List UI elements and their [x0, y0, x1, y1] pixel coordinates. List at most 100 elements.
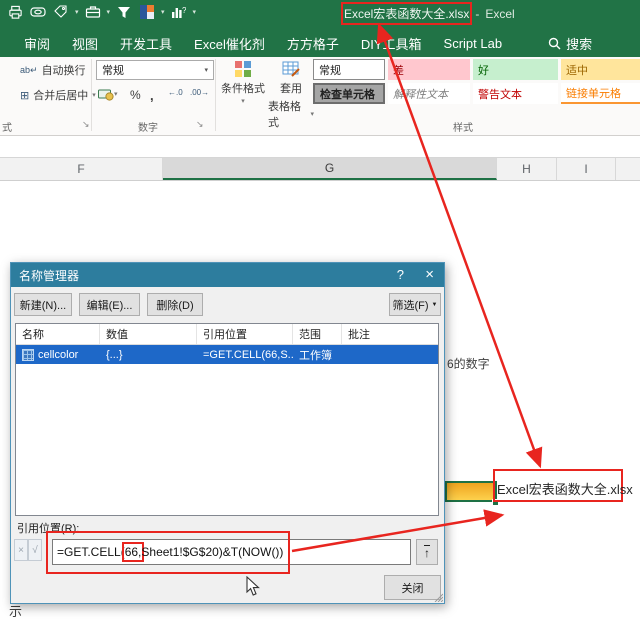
format-as-table-label-1: 套用 [280, 80, 302, 96]
percent-style-button[interactable]: % [130, 88, 141, 102]
quick-access-toolbar: ▾ ▾ ▾ ? ▾ [6, 3, 196, 21]
sheet-partial-text: 6的数字 [447, 355, 490, 372]
number-format-value: 常规 [102, 62, 124, 78]
style-bad[interactable]: 差 [388, 59, 470, 80]
ribbon: ab↵ 自动换行 ⊞ 合并后居中 ▾ 式 ↘ 常规 ▾ ▾ % , ←.0 .0… [0, 57, 640, 136]
cell-styles-gallery: 常规 差 好 适中 检查单元格 解释性文本 警告文本 链接单元格 [313, 59, 640, 104]
format-as-table-icon [282, 60, 300, 78]
format-as-table-label-2: 表格格式 [268, 98, 308, 130]
tab-ffgz[interactable]: 方方格子 [277, 29, 349, 58]
number-dialog-launcher-icon[interactable]: ↘ [196, 119, 204, 130]
chevron-down-icon: ▾ [204, 67, 208, 74]
decrease-decimal-icon: .00→ [190, 88, 209, 97]
column-header-f[interactable]: F [0, 158, 163, 180]
increase-decimal-button[interactable]: ←.0 [168, 88, 183, 97]
refers-to-label: 引用位置(R): [17, 520, 79, 536]
ribbon-tab-bar: 审阅 视图 开发工具 Excel催化剂 方方格子 DIY工具箱 Script L… [0, 30, 640, 57]
refers-to-input[interactable]: =GET.CELL(66,Sheet1!$G$20)&T(NOW()) [52, 539, 411, 565]
qat-customize-icon[interactable]: ▾ [193, 9, 197, 16]
comma-style-button[interactable]: , [150, 88, 154, 103]
chevron-down-icon[interactable]: ▾ [75, 9, 79, 16]
scope-cell: 工作簿 [293, 347, 342, 363]
collapse-dialog-button[interactable]: ↑ [416, 539, 438, 565]
decrease-decimal-button[interactable]: .00→ [190, 88, 209, 97]
dialog-title-bar[interactable]: 名称管理器 [11, 263, 444, 287]
svg-text:?: ? [182, 6, 186, 15]
tab-script-lab[interactable]: Script Lab [434, 31, 513, 56]
accounting-format-button[interactable]: ▾ [98, 88, 118, 101]
cell-overflow-text-box: Excel宏表函数大全.xlsx [493, 469, 623, 502]
style-neutral[interactable]: 适中 [561, 59, 640, 80]
column-header-i[interactable]: I [557, 158, 616, 180]
tab-excel-catalyst[interactable]: Excel催化剂 [184, 29, 275, 58]
dialog-title: 名称管理器 [19, 267, 79, 284]
tab-search[interactable]: 搜索 [538, 29, 602, 58]
color-blocks-icon[interactable] [138, 3, 156, 21]
style-explanatory-text[interactable]: 解释性文本 [388, 83, 470, 104]
new-name-button[interactable]: 新建(N)... [14, 293, 72, 316]
style-check-cell[interactable]: 检查单元格 [313, 83, 385, 104]
merge-center-button[interactable]: ⊞ 合并后居中 ▾ [20, 87, 96, 103]
tab-view[interactable]: 视图 [62, 29, 108, 58]
defined-name-icon [22, 349, 34, 361]
filter-button[interactable]: 筛选(F) ▼ [389, 293, 441, 316]
briefcase-icon[interactable] [84, 3, 102, 21]
col-header-refers-to: 引用位置 [197, 324, 293, 344]
style-normal[interactable]: 常规 [313, 59, 385, 80]
accounting-format-icon [98, 88, 114, 101]
formula-cancel-button[interactable]: × [14, 539, 28, 561]
tab-developer[interactable]: 开发工具 [110, 29, 182, 58]
formula-enter-button[interactable]: √ [28, 539, 42, 561]
style-linked-cell[interactable]: 链接单元格 [561, 83, 640, 104]
selected-cell-g20[interactable] [445, 481, 497, 502]
stats-help-icon[interactable]: ? [170, 3, 188, 21]
formula-part-3: Sheet1!$G$20)&T(NOW()) [141, 545, 283, 559]
wrap-text-button[interactable]: ab↵ 自动换行 [20, 62, 86, 78]
filter-icon[interactable] [115, 3, 133, 21]
col-header-value: 数值 [100, 324, 197, 344]
chevron-down-icon: ▾ [310, 111, 314, 118]
tags-icon[interactable] [52, 3, 70, 21]
help-button[interactable]: ? [397, 267, 404, 282]
window-title-app: Excel [485, 7, 514, 21]
delete-name-button[interactable]: 删除(D) [147, 293, 203, 316]
edit-name-button[interactable]: 编辑(E)... [79, 293, 140, 316]
name-tag-icon[interactable] [29, 3, 47, 21]
filter-button-label: 筛选(F) [393, 297, 429, 313]
formula-part-highlighted: 66, [125, 545, 142, 559]
conditional-formatting-button[interactable]: 条件格式 ▾ [220, 60, 266, 105]
formula-bar[interactable] [0, 136, 640, 158]
resize-grip[interactable] [433, 592, 443, 602]
format-as-table-button[interactable]: 套用 表格格式 ▾ [268, 60, 314, 130]
cell-overflow-text: Excel宏表函数大全.xlsx [497, 479, 633, 498]
formula-part-1: =GET.CELL( [57, 545, 125, 559]
tab-review[interactable]: 审阅 [14, 29, 60, 58]
names-list[interactable]: 名称 数值 引用位置 范围 批注 cellcolor {...} =GET.CE… [15, 323, 439, 516]
value-cell: {...} [100, 349, 197, 361]
printer-icon[interactable] [6, 3, 24, 21]
column-header-h[interactable]: H [497, 158, 557, 180]
name-manager-dialog: 名称管理器 ? × 新建(N)... 编辑(E)... 删除(D) 筛选(F) … [10, 262, 445, 604]
chevron-down-icon: ▼ [432, 302, 438, 308]
merge-center-label: 合并后居中 [33, 87, 88, 103]
chevron-down-icon[interactable]: ▾ [161, 9, 165, 16]
tab-diy-toolbox[interactable]: DIY工具箱 [351, 29, 432, 58]
chevron-down-icon: ▾ [241, 98, 245, 105]
chevron-down-icon[interactable]: ▾ [107, 9, 111, 16]
style-warning-text[interactable]: 警告文本 [473, 83, 558, 104]
increase-decimal-icon: ←.0 [168, 88, 183, 97]
name-cell: cellcolor [38, 349, 78, 361]
table-row[interactable]: cellcolor {...} =GET.CELL(66,S... 工作簿 [16, 345, 438, 364]
style-good[interactable]: 好 [473, 59, 558, 80]
col-header-name: 名称 [16, 324, 100, 344]
col-header-comment: 批注 [342, 324, 438, 344]
number-format-combo[interactable]: 常规 ▾ [96, 60, 214, 80]
column-header-g[interactable]: G [163, 158, 497, 180]
dialog-close-icon[interactable]: × [425, 266, 434, 283]
group-divider [215, 59, 216, 131]
group-styles-label: 样式 [453, 119, 473, 134]
comma-label: , [150, 88, 154, 103]
alignment-dialog-launcher-icon[interactable]: ↘ [82, 119, 90, 130]
col-header-scope: 范围 [293, 324, 342, 344]
window-title: Excel宏表函数大全.xlsx - Excel [344, 5, 515, 22]
